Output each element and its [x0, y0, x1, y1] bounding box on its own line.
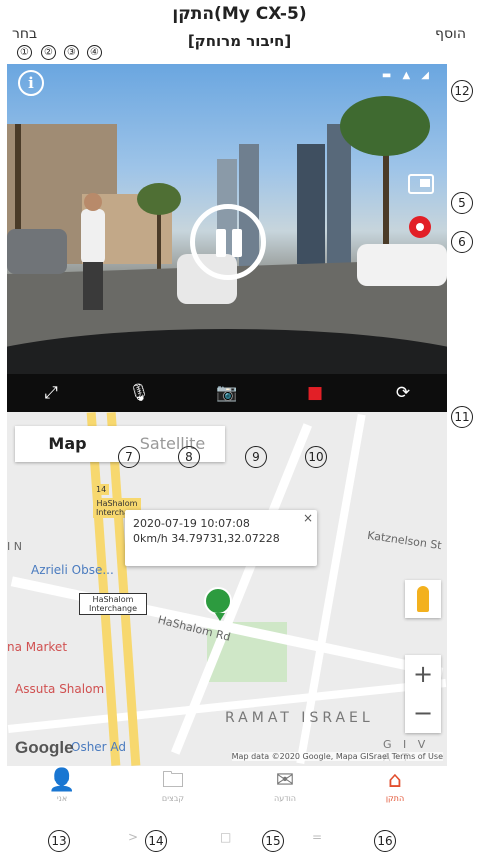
- record-video-icon[interactable]: ■: [300, 383, 330, 403]
- market-label: na Market: [7, 640, 68, 654]
- event-record-icon[interactable]: [409, 216, 431, 238]
- tab-messages[interactable]: ✉ הודעה: [255, 766, 315, 803]
- callout-13: 13: [48, 830, 70, 852]
- callout-7: 7: [118, 446, 140, 468]
- tab-me[interactable]: 👤 אני: [32, 766, 92, 803]
- mic-off-icon[interactable]: 🎙: [124, 383, 154, 403]
- map-tab[interactable]: Map: [15, 426, 120, 462]
- close-icon[interactable]: ×: [303, 511, 313, 526]
- callout-2: ②: [41, 45, 56, 60]
- fullscreen-icon[interactable]: ⤢: [36, 383, 66, 403]
- switch-camera-icon[interactable]: ⟳: [388, 383, 418, 403]
- street-label: Katznelson St: [366, 528, 443, 553]
- bottom-tab-bar: 👤 אני 🗀 קבצים ✉ הודעה ⌂ התקן: [0, 766, 479, 814]
- status-icons: ▬ ▲ ◢: [381, 70, 433, 81]
- callout-4: ④: [87, 45, 102, 60]
- assuta-label: Assuta Shalom: [15, 682, 105, 696]
- osher-label: Osher Ad: [71, 740, 127, 754]
- callout-12: 12: [451, 80, 473, 102]
- map-attribution[interactable]: Map data ©2020 Google, Mapa GISrael Term…: [231, 752, 443, 761]
- callout-11: 11: [451, 406, 473, 428]
- callout-5: 5: [451, 192, 473, 214]
- back-icon[interactable]: >: [128, 830, 138, 844]
- interchange-label: HaShalom Interchange: [79, 593, 147, 615]
- area-label: RAMAT ISRAEL: [225, 710, 374, 726]
- callout-9: 9: [245, 446, 267, 468]
- system-nav-bar: > □ =: [0, 818, 479, 859]
- folder-icon: 🗀: [161, 768, 184, 793]
- pip-switch-icon[interactable]: [408, 174, 434, 194]
- car-location-icon[interactable]: [204, 587, 232, 621]
- add-button[interactable]: הוסף: [435, 26, 466, 42]
- callout-16: 16: [374, 830, 396, 852]
- live-video-view[interactable]: i ▬ ▲ ◢ ⤢ 🎙 📷 ■ ⟳: [7, 64, 447, 412]
- zoom-in-button[interactable]: +: [405, 655, 441, 694]
- snapshot-icon[interactable]: 📷: [212, 383, 242, 403]
- azrieli-label: Azrieli Obse...: [31, 563, 114, 577]
- callout-3: ③: [64, 45, 79, 60]
- callout-1: ①: [17, 45, 32, 60]
- home-icon: ⌂: [388, 768, 402, 793]
- popup-speed-coords: 0km/h 34.79731,32.07228: [133, 532, 280, 545]
- page-title: התקן(My CX-5): [172, 4, 307, 24]
- zoom-out-button[interactable]: −: [405, 694, 441, 733]
- recents-icon[interactable]: =: [312, 830, 322, 844]
- callout-8: 8: [178, 446, 200, 468]
- google-logo: Google: [15, 738, 74, 757]
- video-control-bar: ⤢ 🎙 📷 ■ ⟳: [7, 374, 447, 412]
- tab-files[interactable]: 🗀 קבצים: [143, 766, 203, 803]
- zoom-control: + −: [405, 655, 441, 733]
- tab-label: קבצים: [161, 794, 185, 803]
- home-nav-icon[interactable]: □: [220, 830, 231, 844]
- highway-number: 14: [93, 484, 110, 495]
- callout-15: 15: [262, 830, 284, 852]
- tab-label: הודעה: [273, 794, 296, 803]
- tab-label: אני: [56, 794, 68, 803]
- person-icon: 👤: [48, 768, 76, 793]
- callout-10: 10: [305, 446, 327, 468]
- info-icon[interactable]: i: [18, 70, 44, 96]
- tab-label: התקן: [385, 794, 405, 803]
- mail-icon: ✉: [275, 768, 295, 793]
- callout-6: 6: [451, 231, 473, 253]
- map-view[interactable]: Map Satellite 14 HaShalom Interchange I …: [7, 412, 447, 766]
- map-label: I N: [7, 540, 22, 553]
- callout-14: 14: [145, 830, 167, 852]
- popup-timestamp: 2020-07-19 10:07:08: [133, 517, 250, 530]
- location-popup: 2020-07-19 10:07:08 0km/h 34.79731,32.07…: [125, 510, 317, 566]
- pegman-icon[interactable]: [405, 580, 441, 618]
- pause-button[interactable]: [190, 204, 266, 280]
- tab-device[interactable]: ⌂ התקן: [365, 766, 425, 803]
